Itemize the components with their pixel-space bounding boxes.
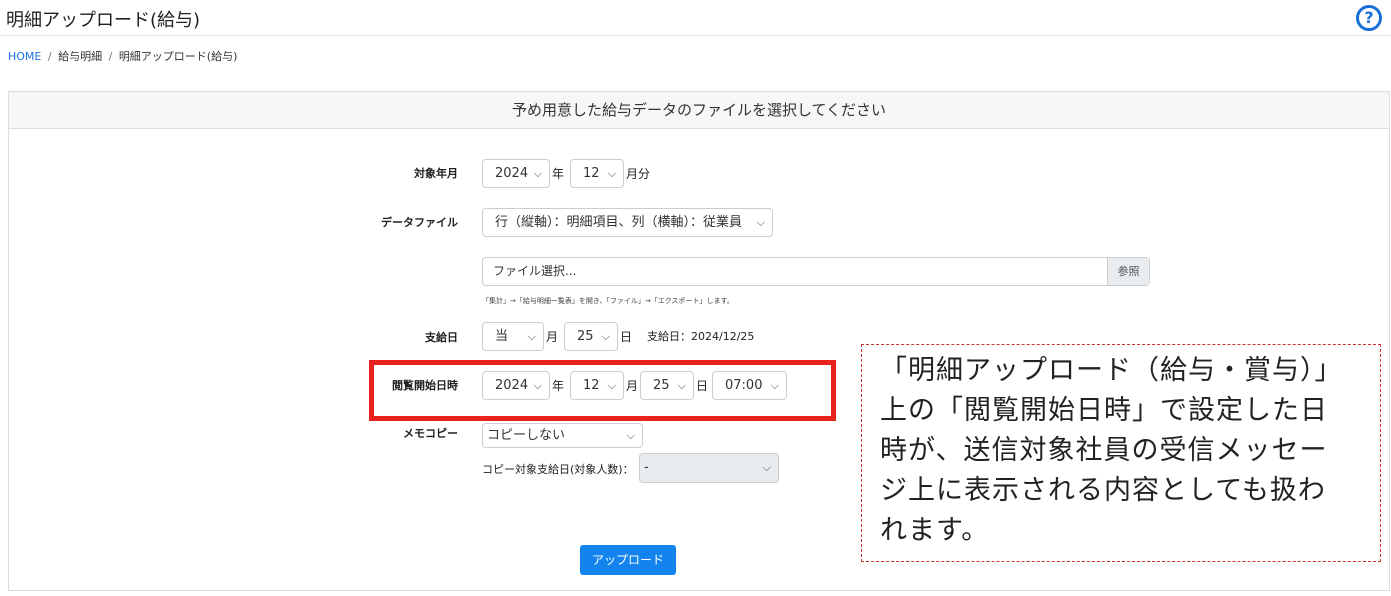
month-unit: 月分 — [626, 167, 651, 181]
pay-month-unit: 月 — [546, 330, 559, 344]
pay-date-label: 支給日 — [425, 331, 458, 344]
breadcrumb-separator: / — [47, 50, 52, 63]
copy-target-select[interactable]: - ⌵ — [639, 453, 779, 483]
pay-day-unit: 日 — [620, 330, 633, 344]
copy-target-value: - — [644, 460, 649, 475]
memo-copy-label: メモコピー — [403, 427, 458, 440]
callout-text: 「明細アップロード（給与・賞与）」上の「閲覧開始日時」で設定した日時が、送信対象… — [880, 355, 1343, 546]
breadcrumb: HOME / 給与明細 / 明細アップロード(給与) — [8, 48, 237, 64]
chevron-down-icon: ⌵ — [607, 167, 616, 180]
target-year-select[interactable]: 2024 ⌵ — [482, 159, 550, 188]
data-file-format-select[interactable]: 行（縦軸）：明細項目、列（横軸）：従業員 ⌵ — [482, 208, 773, 237]
chevron-down-icon: ⌵ — [527, 330, 536, 343]
copy-target-label: コピー対象支給日(対象人数)： — [482, 463, 634, 476]
memo-copy-select[interactable]: コピーしない ⌵ — [482, 423, 643, 448]
target-month-label: 対象年月 — [414, 167, 458, 180]
help-icon[interactable]: ? — [1356, 5, 1382, 31]
breadcrumb-current: 明細アップロード(給与) — [118, 50, 238, 63]
file-input-placeholder: ファイル選択... — [493, 264, 577, 278]
highlight-frame — [369, 360, 836, 421]
target-month-select[interactable]: 12 ⌵ — [570, 159, 624, 188]
chevron-down-icon: ⌵ — [601, 330, 610, 343]
chevron-down-icon: ⌵ — [762, 461, 771, 474]
memo-copy-value: コピーしない — [487, 428, 566, 443]
breadcrumb-payslip[interactable]: 給与明細 — [58, 50, 102, 63]
pay-day-value: 25 — [577, 329, 594, 344]
chevron-down-icon: ⌵ — [756, 216, 765, 229]
top-bar: 明細アップロード(給与) ? — [0, 0, 1391, 36]
data-file-format-value: 行（縦軸）：明細項目、列（横軸）：従業員 — [495, 215, 743, 230]
file-input[interactable]: ファイル選択... 参照 — [482, 257, 1150, 286]
breadcrumb-separator: / — [108, 50, 113, 63]
data-file-label: データファイル — [381, 216, 458, 229]
chevron-down-icon: ⌵ — [533, 167, 542, 180]
pay-month-value: 当 — [495, 329, 509, 344]
upload-button[interactable]: アップロード — [580, 545, 676, 575]
pay-month-select[interactable]: 当 ⌵ — [482, 322, 544, 351]
target-year-value: 2024 — [495, 166, 529, 181]
year-unit: 年 — [552, 167, 565, 181]
browse-button[interactable]: 参照 — [1107, 258, 1149, 285]
pay-day-select[interactable]: 25 ⌵ — [564, 322, 618, 351]
chevron-down-icon: ⌵ — [626, 429, 635, 442]
page-title: 明細アップロード(給与) — [6, 10, 201, 31]
breadcrumb-home-link[interactable]: HOME — [8, 50, 41, 63]
target-month-value: 12 — [583, 166, 600, 181]
card-header: 予め用意した給与データのファイルを選択してください — [9, 92, 1389, 129]
file-hint: 「集計」→「給与明細一覧表」を開き、「ファイル」→「エクスポート」します。 — [482, 297, 734, 305]
annotation-callout: 「明細アップロード（給与・賞与）」上の「閲覧開始日時」で設定した日時が、送信対象… — [861, 344, 1381, 562]
pay-date-display: 支給日：2024/12/25 — [647, 330, 755, 343]
